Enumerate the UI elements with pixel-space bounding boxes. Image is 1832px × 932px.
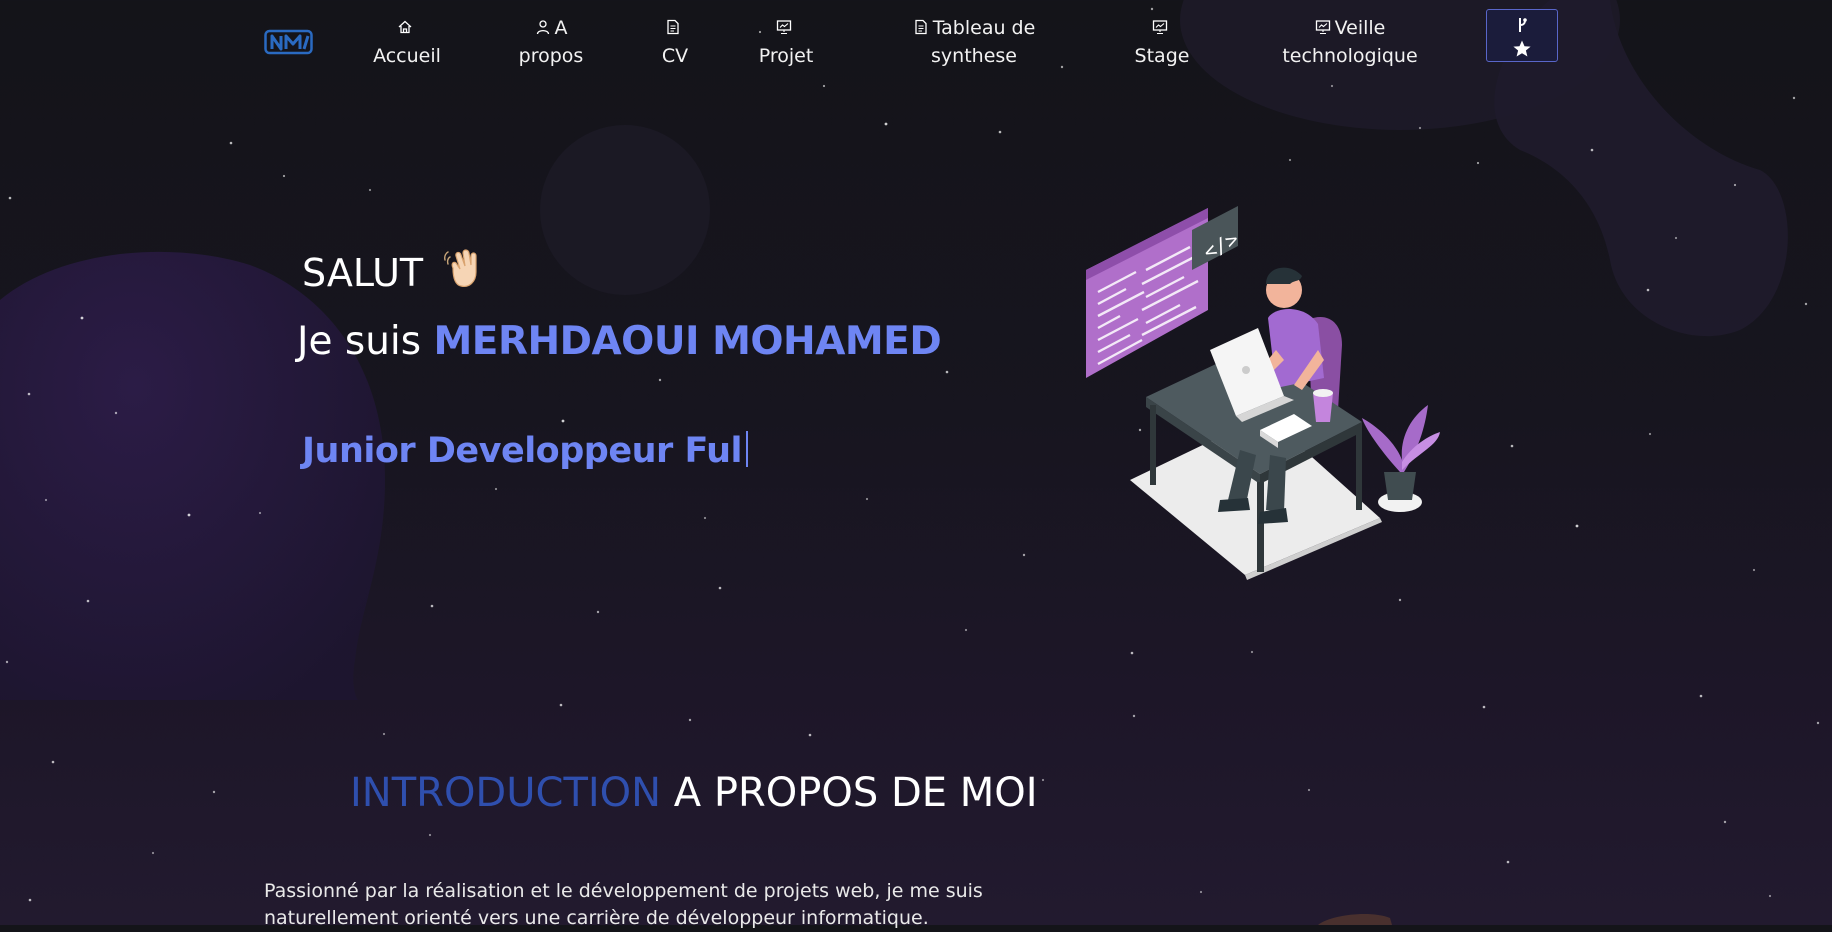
home-icon — [397, 19, 413, 35]
fork-icon — [1519, 18, 1527, 32]
document-icon — [665, 19, 681, 35]
github-button[interactable] — [1486, 9, 1558, 62]
nav-item-veille-technologique[interactable]: Veille technologique — [1282, 14, 1418, 70]
nav-label: Projet — [758, 45, 814, 67]
nav-label: Accueil — [373, 45, 441, 67]
typed-role: Junior Developpeur Ful — [302, 428, 749, 474]
nav-label: propos — [518, 45, 584, 67]
nav-item-cv[interactable]: CV — [652, 14, 698, 70]
greeting-text: SALUT — [302, 251, 424, 295]
nav-item-tableau-de-synthese[interactable]: Tableau de synthese — [906, 14, 1042, 70]
presentation-icon — [776, 19, 792, 35]
nav-item-a-propos[interactable]: A propos — [513, 14, 589, 70]
navbar: Accueil A propos CV Projet Tableau de sy… — [0, 0, 1832, 80]
user-icon — [535, 19, 551, 35]
document-icon — [913, 19, 929, 35]
nav-label: CV — [661, 45, 689, 67]
nav-item-projet[interactable]: Projet — [756, 14, 816, 70]
about-paragraph: Passionné par la réalisation et le dével… — [264, 880, 983, 929]
typing-cursor — [746, 431, 749, 467]
hero-greeting: SALUT — [302, 246, 487, 297]
nav-label-top: Veille — [1334, 17, 1386, 39]
nav-label-top: A — [554, 17, 568, 39]
nav-label: technologique — [1282, 45, 1418, 67]
developer-illustration: </> — [1086, 206, 1440, 580]
waving-hand-icon — [441, 246, 487, 292]
presentation-icon — [1315, 19, 1331, 35]
intro-prefix: Je suis — [297, 319, 422, 364]
section-title-about: INTRODUCTION A PROPOS DE MOI — [350, 768, 1038, 818]
nav-item-stage[interactable]: Stage — [1131, 14, 1193, 70]
nav-label: Stage — [1134, 45, 1190, 67]
nav-label-top: Tableau de — [932, 17, 1036, 39]
dark-blob — [540, 125, 710, 295]
typed-text: Junior Developpeur Ful — [302, 431, 743, 471]
nav-item-accueil[interactable]: Accueil — [368, 14, 446, 70]
title-rest: A PROPOS DE MOI — [673, 770, 1038, 816]
logo[interactable] — [264, 28, 314, 56]
decorative-shape — [1318, 914, 1392, 925]
nav-label: synthese — [931, 45, 1017, 67]
hero-intro: Je suis MERHDAOUI MOHAMED — [297, 316, 942, 368]
title-accent: INTRODUCTION — [350, 770, 662, 816]
hero-name: MERHDAOUI MOHAMED — [433, 319, 942, 364]
star-icon — [1513, 40, 1531, 57]
presentation-icon — [1152, 19, 1168, 35]
